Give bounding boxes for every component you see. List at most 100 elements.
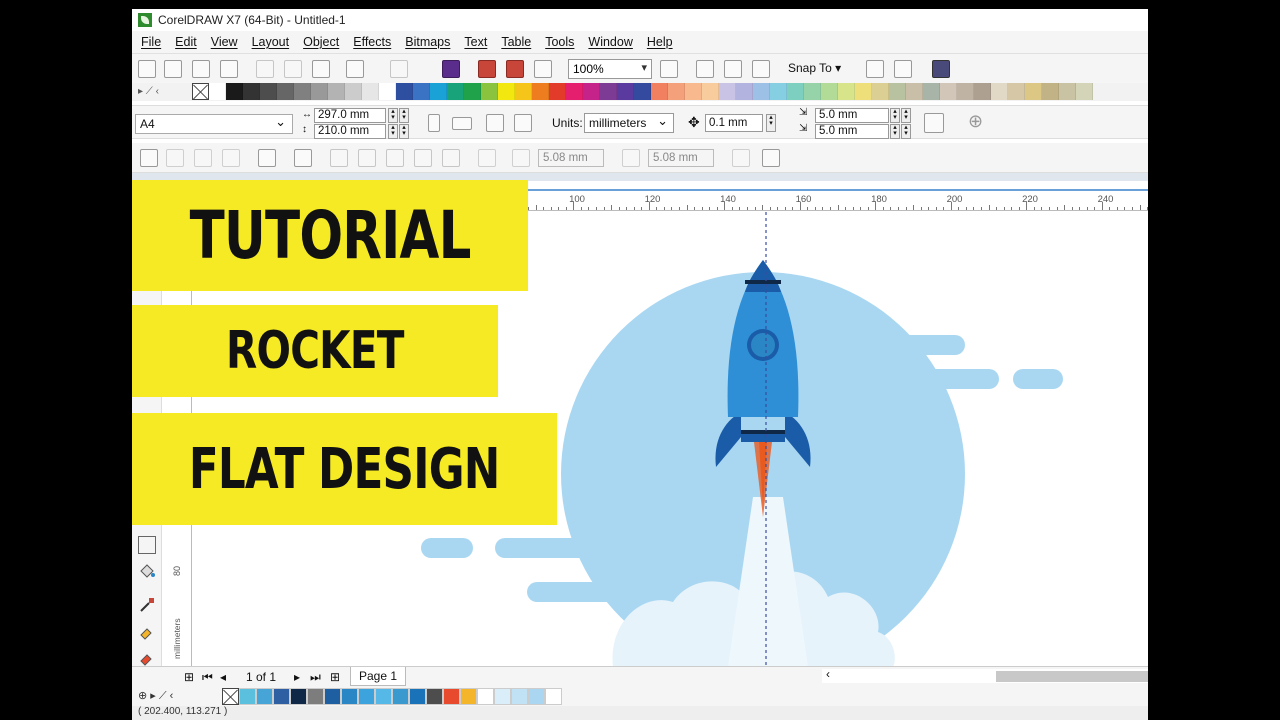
duplicate-y-spinner-2[interactable]: ▴ ▾: [901, 124, 911, 139]
color-swatch[interactable]: [447, 83, 464, 100]
color-swatch[interactable]: [413, 83, 430, 100]
menu-bitmaps[interactable]: Bitmaps: [405, 35, 450, 49]
color-swatch[interactable]: [273, 687, 290, 705]
offset-x-field[interactable]: 5.08 mm: [538, 149, 604, 167]
print-icon[interactable]: [220, 60, 238, 78]
add-preset-icon[interactable]: ⊕: [968, 111, 983, 132]
page-width-spinner[interactable]: ▴ ▾: [388, 108, 398, 123]
full-screen-icon[interactable]: [660, 60, 678, 78]
color-swatch[interactable]: [426, 687, 443, 705]
duplicate-distance-y[interactable]: 5.0 mm: [815, 124, 889, 139]
landscape-icon[interactable]: [452, 117, 472, 130]
color-swatch[interactable]: [498, 83, 515, 100]
color-swatch[interactable]: [974, 83, 991, 100]
last-page-icon[interactable]: ⏭: [310, 670, 321, 685]
color-swatch[interactable]: [511, 687, 528, 705]
color-swatch[interactable]: [1076, 83, 1093, 100]
color-swatch[interactable]: [804, 83, 821, 100]
page-size-select[interactable]: A4: [135, 114, 293, 134]
color-swatch[interactable]: [719, 83, 736, 100]
color-swatch[interactable]: [324, 687, 341, 705]
color-swatch[interactable]: [906, 83, 923, 100]
color-swatch[interactable]: [770, 83, 787, 100]
menu-object[interactable]: Object: [303, 35, 339, 49]
color-swatch[interactable]: [392, 687, 409, 705]
color-swatch[interactable]: [396, 83, 413, 100]
color-swatch[interactable]: [991, 83, 1008, 100]
color-swatch[interactable]: [477, 687, 494, 705]
scrollbar-thumb[interactable]: [996, 671, 1148, 682]
export-icon[interactable]: [506, 60, 524, 78]
menu-file[interactable]: File: [141, 35, 161, 49]
color-swatch[interactable]: [409, 687, 426, 705]
color-swatch[interactable]: [430, 83, 447, 100]
color-swatch[interactable]: [889, 83, 906, 100]
palette-scroll-arrows[interactable]: ▸ ⟋ ‹: [132, 83, 192, 101]
front-minus-back-icon[interactable]: [442, 149, 460, 167]
color-swatch[interactable]: [243, 83, 260, 100]
redo-icon[interactable]: [390, 60, 408, 78]
new-document-icon[interactable]: [138, 60, 156, 78]
color-swatch[interactable]: [566, 83, 583, 100]
color-swatch[interactable]: [209, 83, 226, 100]
first-page-icon[interactable]: ⏮: [202, 670, 213, 685]
import-icon[interactable]: [478, 60, 496, 78]
add-page-icon[interactable]: ⊞: [184, 670, 194, 684]
color-swatch[interactable]: [260, 83, 277, 100]
units-select[interactable]: millimeters: [584, 113, 674, 133]
cut-icon[interactable]: [256, 60, 274, 78]
color-swatch[interactable]: [753, 83, 770, 100]
paste-icon[interactable]: [312, 60, 330, 78]
duplicate-y-spinner[interactable]: ▴ ▾: [890, 124, 900, 139]
undo-icon[interactable]: [346, 60, 364, 78]
offset-y-field[interactable]: 5.08 mm: [648, 149, 714, 167]
menu-effects[interactable]: Effects: [353, 35, 391, 49]
rulers-icon[interactable]: [696, 60, 714, 78]
add-page-end-icon[interactable]: ⊞: [330, 670, 340, 684]
color-swatch[interactable]: [855, 83, 872, 100]
color-swatch[interactable]: [617, 83, 634, 100]
snap-to-dropdown[interactable]: Snap To ▾: [788, 61, 841, 75]
page-height-field[interactable]: 210.0 mm: [314, 124, 386, 139]
menu-help[interactable]: Help: [647, 35, 673, 49]
color-swatch[interactable]: [702, 83, 719, 100]
duplicate-distance-x[interactable]: 5.0 mm: [815, 108, 889, 123]
next-page-icon[interactable]: ▸: [294, 670, 300, 684]
color-swatch[interactable]: [549, 83, 566, 100]
settings-gear-icon[interactable]: [762, 149, 780, 167]
color-swatch[interactable]: [294, 83, 311, 100]
page-height-spinner[interactable]: ▴ ▾: [388, 124, 398, 139]
color-swatch[interactable]: [668, 83, 685, 100]
color-swatch[interactable]: [923, 83, 940, 100]
duplicate-x-spinner-2[interactable]: ▴ ▾: [901, 108, 911, 123]
color-swatch[interactable]: [1025, 83, 1042, 100]
copy-icon[interactable]: [284, 60, 302, 78]
color-swatch[interactable]: [1042, 83, 1059, 100]
color-swatch[interactable]: [634, 83, 651, 100]
color-swatch[interactable]: [1008, 83, 1025, 100]
horizontal-scrollbar[interactable]: ‹: [822, 667, 1148, 683]
options-icon[interactable]: [894, 60, 912, 78]
guidelines-icon[interactable]: [752, 60, 770, 78]
color-swatch[interactable]: [528, 687, 545, 705]
page-width-lock[interactable]: ▴ ▾: [399, 108, 409, 123]
align-distribute-icon[interactable]: [258, 149, 276, 167]
search-content-icon[interactable]: [442, 60, 460, 78]
no-color-swatch[interactable]: [222, 687, 239, 705]
trim-icon[interactable]: [358, 149, 376, 167]
color-swatch[interactable]: [460, 687, 477, 705]
color-swatch[interactable]: [872, 83, 889, 100]
color-swatch[interactable]: [685, 83, 702, 100]
save-icon[interactable]: [192, 60, 210, 78]
intersect-icon[interactable]: [386, 149, 404, 167]
no-color-swatch[interactable]: [192, 83, 209, 100]
color-swatch[interactable]: [379, 83, 396, 100]
color-swatch[interactable]: [358, 687, 375, 705]
color-swatch[interactable]: [375, 687, 392, 705]
zoom-level-select[interactable]: 100%: [568, 59, 652, 79]
color-swatch[interactable]: [838, 83, 855, 100]
portrait-icon[interactable]: [428, 114, 440, 132]
ungroup-icon[interactable]: [194, 149, 212, 167]
page-height-lock[interactable]: ▴ ▾: [399, 124, 409, 139]
group-icon[interactable]: [166, 149, 184, 167]
